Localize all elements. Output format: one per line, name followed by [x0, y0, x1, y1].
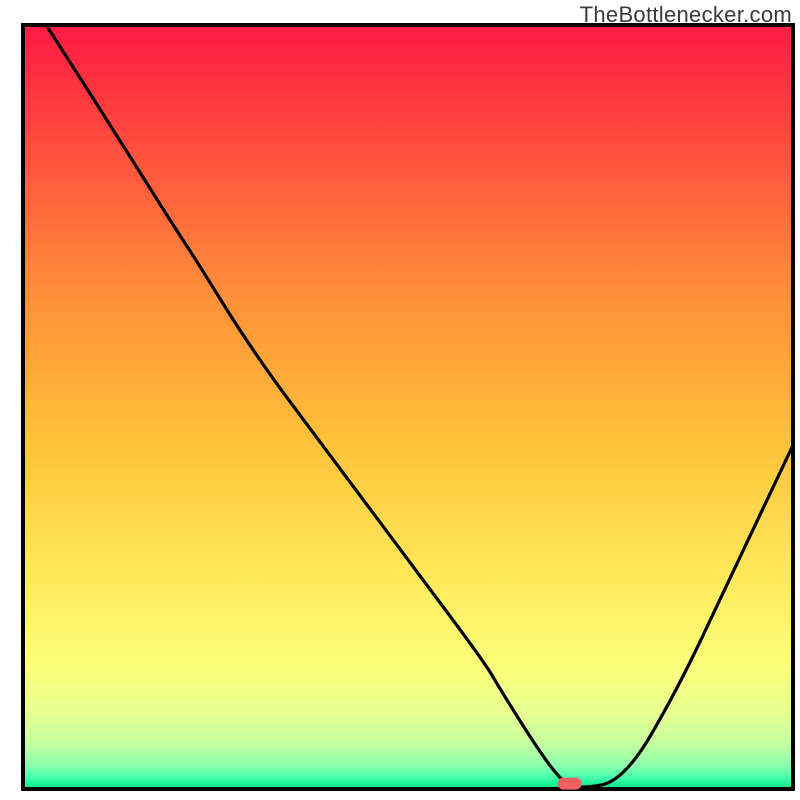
highlight-marker — [558, 778, 582, 790]
watermark-text: TheBottlenecker.com — [580, 2, 792, 28]
chart-container: TheBottlenecker.com — [0, 0, 800, 800]
bottleneck-chart — [0, 0, 800, 800]
chart-background — [23, 25, 793, 789]
